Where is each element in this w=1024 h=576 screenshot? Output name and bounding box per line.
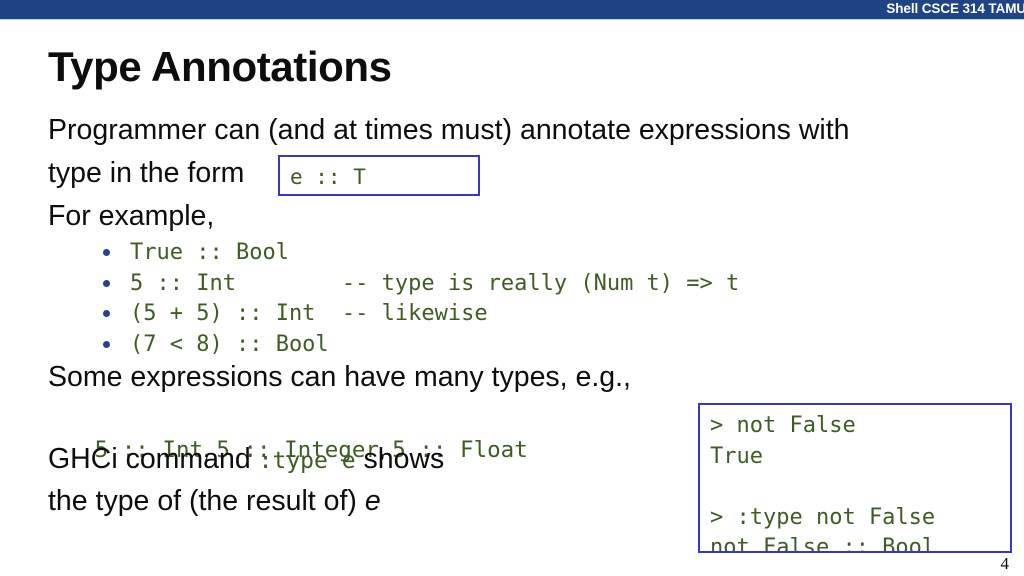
list-item: 5 :: Int -- type is really (Num t) => t <box>103 269 739 300</box>
page-number: 4 <box>1000 554 1010 573</box>
list-item: (7 < 8) :: Bool <box>103 330 739 361</box>
body-line-3: For example, <box>48 200 215 232</box>
list-item-label: True :: Bool <box>130 240 289 265</box>
ghci-console-box: > not False True > :type not False not F… <box>698 403 1012 553</box>
ghci-suffix-text: shows <box>363 443 445 475</box>
ghci-prefix-text: GHCi command <box>48 443 251 475</box>
header-title: Shell CSCE 314 TAMU <box>886 1 1024 16</box>
list-item-label: (7 < 8) :: Bool <box>130 331 329 357</box>
body-line-last: the type of (the result of) e <box>48 487 381 516</box>
examples-bullet-list: True :: Bool 5 :: Int -- type is really … <box>103 238 739 360</box>
bullet-dot-icon <box>103 340 110 348</box>
body-line-some-expressions: Some expressions can have many types, e.… <box>48 361 631 393</box>
ghci-console-text: > not False True > :type not False not F… <box>710 413 936 553</box>
list-item-label: (5 + 5) :: Int -- likewise <box>130 301 488 326</box>
bullet-dot-icon <box>103 279 110 287</box>
ghci-command-code: :type e <box>258 448 356 474</box>
slide: Shell CSCE 314 TAMU Type Annotations Pro… <box>0 0 1024 576</box>
bullet-dot-icon <box>103 249 110 256</box>
body-line-2: type in the form <box>48 157 245 189</box>
last-line-italic-e: e <box>364 485 381 517</box>
last-line-prefix: the type of (the result of) <box>48 485 357 517</box>
list-item: (5 + 5) :: Int -- likewise <box>103 299 739 330</box>
list-item-label: 5 :: Int -- type is really (Num t) => t <box>130 270 740 296</box>
header-bar: Shell CSCE 314 TAMU <box>0 0 1024 19</box>
type-form-box: e :: T <box>278 155 480 196</box>
body-line-ghci: GHCi command :type e shows <box>48 445 444 474</box>
type-form-code: e :: T <box>290 165 366 189</box>
body-line-1: Programmer can (and at times must) annot… <box>48 114 850 146</box>
list-item: True :: Bool <box>103 238 739 269</box>
bullet-dot-icon <box>103 310 110 317</box>
header-underline <box>0 19 1024 20</box>
page-title: Type Annotations <box>48 43 392 90</box>
